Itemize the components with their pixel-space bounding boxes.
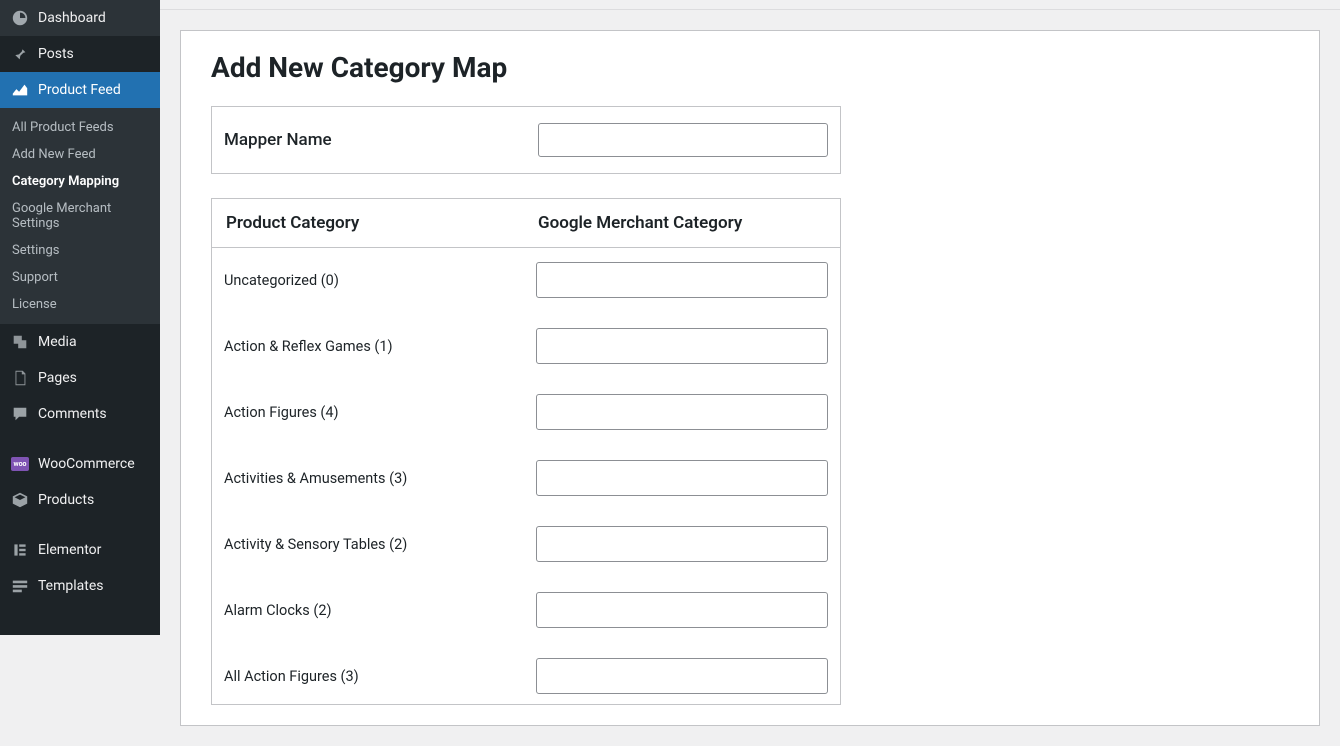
mapper-name-row: Mapper Name — [211, 106, 841, 174]
sidebar-item-templates[interactable]: Templates — [0, 568, 160, 604]
chart-icon — [10, 80, 30, 100]
sidebar-item-label: Posts — [38, 46, 74, 62]
sidebar-item-woocommerce[interactable]: woo WooCommerce — [0, 446, 160, 482]
main-content: Add New Category Map Mapper Name Product… — [160, 0, 1340, 746]
table-row: Activities & Amusements (3) — [212, 440, 841, 506]
table-row: Activity & Sensory Tables (2) — [212, 506, 841, 572]
category-name: Action & Reflex Games (1) — [212, 308, 525, 374]
table-row: Uncategorized (0) — [212, 248, 841, 309]
table-row: Action Figures (4) — [212, 374, 841, 440]
sidebar-item-media[interactable]: Media — [0, 324, 160, 360]
google-category-input[interactable] — [536, 592, 828, 628]
sidebar-item-product-feed[interactable]: Product Feed — [0, 72, 160, 108]
sidebar-item-posts[interactable]: Posts — [0, 36, 160, 72]
comments-icon — [10, 404, 30, 424]
category-name: All Action Figures (3) — [212, 638, 525, 705]
products-icon — [10, 490, 30, 510]
table-row: Alarm Clocks (2) — [212, 572, 841, 638]
col-google-category: Google Merchant Category — [524, 199, 841, 248]
templates-icon — [10, 576, 30, 596]
sidebar-item-label: Pages — [38, 370, 77, 386]
submenu-item-add-new-feed[interactable]: Add New Feed — [0, 141, 160, 168]
google-category-input[interactable] — [536, 658, 828, 694]
sidebar-item-elementor[interactable]: Elementor — [0, 532, 160, 568]
sidebar-item-comments[interactable]: Comments — [0, 396, 160, 432]
submenu-item-category-mapping[interactable]: Category Mapping — [0, 168, 160, 195]
sidebar-item-products[interactable]: Products — [0, 482, 160, 518]
category-name: Activities & Amusements (3) — [212, 440, 525, 506]
category-name: Action Figures (4) — [212, 374, 525, 440]
submenu-item-all-feeds[interactable]: All Product Feeds — [0, 114, 160, 141]
submenu-item-license[interactable]: License — [0, 291, 160, 318]
sidebar-item-label: Comments — [38, 406, 107, 422]
google-category-input[interactable] — [536, 328, 828, 364]
pages-icon — [10, 368, 30, 388]
page-title: Add New Category Map — [211, 51, 1289, 84]
woocommerce-icon: woo — [10, 454, 30, 474]
sidebar-item-label: Dashboard — [38, 10, 106, 26]
dashboard-icon — [10, 8, 30, 28]
elementor-icon — [10, 540, 30, 560]
media-icon — [10, 332, 30, 352]
google-category-input[interactable] — [536, 460, 828, 496]
table-row: Action & Reflex Games (1) — [212, 308, 841, 374]
pin-icon — [10, 44, 30, 64]
google-category-input[interactable] — [536, 526, 828, 562]
sidebar-item-label: Templates — [38, 578, 104, 594]
category-table: Product Category Google Merchant Categor… — [211, 198, 841, 705]
submenu-item-google-merchant[interactable]: Google Merchant Settings — [0, 195, 160, 237]
sidebar-item-label: Product Feed — [38, 82, 121, 98]
admin-sidebar: Dashboard Posts Product Feed All Product… — [0, 0, 160, 635]
sidebar-item-label: Elementor — [38, 542, 101, 558]
category-name: Uncategorized (0) — [212, 248, 525, 309]
sidebar-submenu: All Product Feeds Add New Feed Category … — [0, 108, 160, 324]
sidebar-item-label: Products — [38, 492, 94, 508]
google-category-input[interactable] — [536, 394, 828, 430]
content-top-gap — [160, 0, 1340, 10]
sidebar-item-label: WooCommerce — [38, 456, 135, 472]
table-row: All Action Figures (3) — [212, 638, 841, 705]
sidebar-item-pages[interactable]: Pages — [0, 360, 160, 396]
google-category-input[interactable] — [536, 262, 828, 298]
submenu-item-settings[interactable]: Settings — [0, 237, 160, 264]
category-table-body: Uncategorized (0) Action & Reflex Games … — [212, 248, 841, 705]
mapper-name-input[interactable] — [538, 123, 828, 157]
category-name: Activity & Sensory Tables (2) — [212, 506, 525, 572]
sidebar-item-dashboard[interactable]: Dashboard — [0, 0, 160, 36]
sidebar-item-label: Media — [38, 334, 77, 350]
submenu-item-support[interactable]: Support — [0, 264, 160, 291]
category-map-panel: Add New Category Map Mapper Name Product… — [180, 30, 1320, 726]
col-product-category: Product Category — [212, 199, 525, 248]
mapper-name-label: Mapper Name — [224, 130, 538, 150]
category-name: Alarm Clocks (2) — [212, 572, 525, 638]
